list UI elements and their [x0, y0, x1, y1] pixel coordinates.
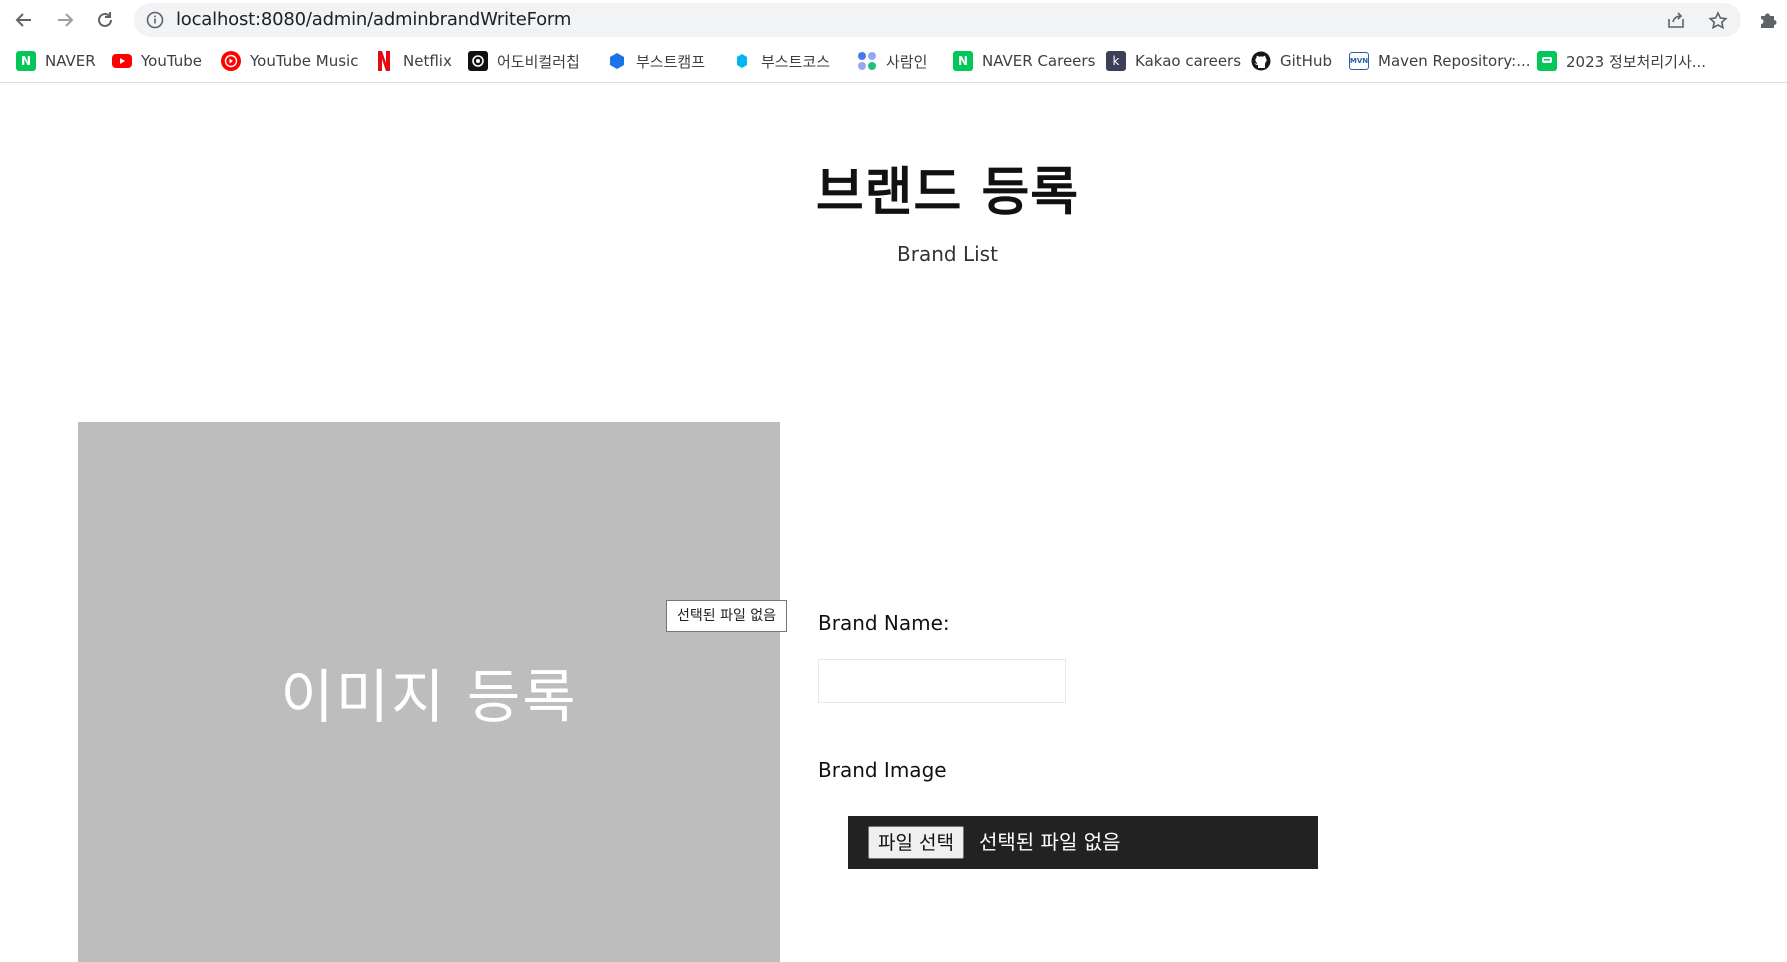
bookmark-netflix[interactable]: Netflix [374, 40, 452, 82]
bookmark-label: YouTube [141, 52, 202, 70]
back-button[interactable] [12, 8, 36, 32]
bookmarks-bar: N NAVER YouTube YouTube Music Netflix 어도… [0, 40, 1787, 83]
reload-icon [98, 12, 112, 27]
bookmark-naver-careers[interactable]: N NAVER Careers [953, 40, 1095, 82]
maven-icon: MVN [1349, 52, 1369, 70]
bookmark-label: 부스트코스 [761, 52, 831, 71]
forward-arrow-icon [58, 13, 74, 27]
back-arrow-icon [15, 13, 31, 27]
brand-name-input[interactable] [818, 659, 1066, 703]
naver-icon: N [16, 51, 36, 71]
youtube-music-icon [221, 51, 241, 71]
url-text[interactable]: localhost:8080/admin/adminbrandWriteForm [176, 3, 571, 37]
image-upload-label: 이미지 등록 [280, 663, 578, 731]
bookmark-boostcamp[interactable]: 부스트캠프 [607, 40, 705, 82]
boostcamp-icon [607, 51, 627, 71]
boostcourse-icon [732, 51, 752, 71]
bookmark-label: 어도비컬러칩 [497, 52, 580, 71]
reload-button[interactable] [93, 8, 117, 32]
browser-toolbar: localhost:8080/admin/adminbrandWriteForm [0, 0, 1787, 40]
extensions-puzzle-icon[interactable] [1757, 9, 1779, 36]
adobe-color-icon [468, 51, 488, 71]
address-bar[interactable]: localhost:8080/admin/adminbrandWriteForm [134, 3, 1741, 37]
brand-name-label: Brand Name: [818, 611, 950, 635]
bookmark-label: Maven Repository:... [1378, 52, 1531, 70]
bookmark-label: Netflix [403, 52, 452, 70]
bookmark-label: GitHub [1280, 52, 1332, 70]
bookmark-adobe-color[interactable]: 어도비컬러칩 [468, 40, 580, 82]
saramin-icon [857, 51, 877, 71]
bookmark-youtube-music[interactable]: YouTube Music [221, 40, 358, 82]
bookmark-star-icon[interactable] [1708, 11, 1728, 36]
bookmark-naver[interactable]: N NAVER [16, 40, 96, 82]
brand-image-label: Brand Image [818, 758, 947, 782]
bookmark-label: 2023 정보처리기사... [1566, 52, 1707, 71]
netflix-icon [374, 51, 394, 71]
exam-bookmark-icon [1537, 51, 1557, 71]
bookmark-label: NAVER Careers [982, 52, 1096, 70]
choose-file-button[interactable]: 파일 선택 [868, 826, 964, 859]
bookmark-label: YouTube Music [250, 52, 359, 70]
page-title: 브랜드 등록 [815, 163, 1080, 223]
kakao-careers-icon: k [1106, 51, 1126, 71]
file-tooltip: 선택된 파일 없음 [666, 600, 788, 632]
bookmark-exam[interactable]: 2023 정보처리기사... [1537, 40, 1706, 82]
github-icon [1251, 51, 1271, 71]
bookmark-maven[interactable]: MVN Maven Repository:... [1349, 40, 1531, 82]
file-status-text: 선택된 파일 없음 [979, 830, 1121, 854]
bookmark-label: NAVER [45, 52, 96, 70]
bookmark-github[interactable]: GitHub [1251, 40, 1332, 82]
bookmark-label: Kakao careers [1135, 52, 1242, 70]
bookmark-boostcourse[interactable]: 부스트코스 [732, 40, 830, 82]
site-info-icon[interactable] [146, 11, 164, 34]
forward-button[interactable] [53, 8, 77, 32]
image-upload-area[interactable]: 이미지 등록 [78, 422, 780, 962]
page-subtitle: Brand List [897, 242, 998, 266]
bookmark-label: 부스트캠프 [636, 52, 706, 71]
bookmark-label: 사람인 [886, 52, 928, 71]
youtube-icon [112, 51, 132, 71]
naver-careers-icon: N [953, 51, 973, 71]
brand-image-file-input[interactable]: 파일 선택 선택된 파일 없음 [848, 816, 1318, 869]
bookmark-saramin[interactable]: 사람인 [857, 40, 927, 82]
bookmark-youtube[interactable]: YouTube [112, 40, 202, 82]
bookmark-kakao-careers[interactable]: k Kakao careers [1106, 40, 1241, 82]
share-icon[interactable] [1666, 11, 1686, 34]
